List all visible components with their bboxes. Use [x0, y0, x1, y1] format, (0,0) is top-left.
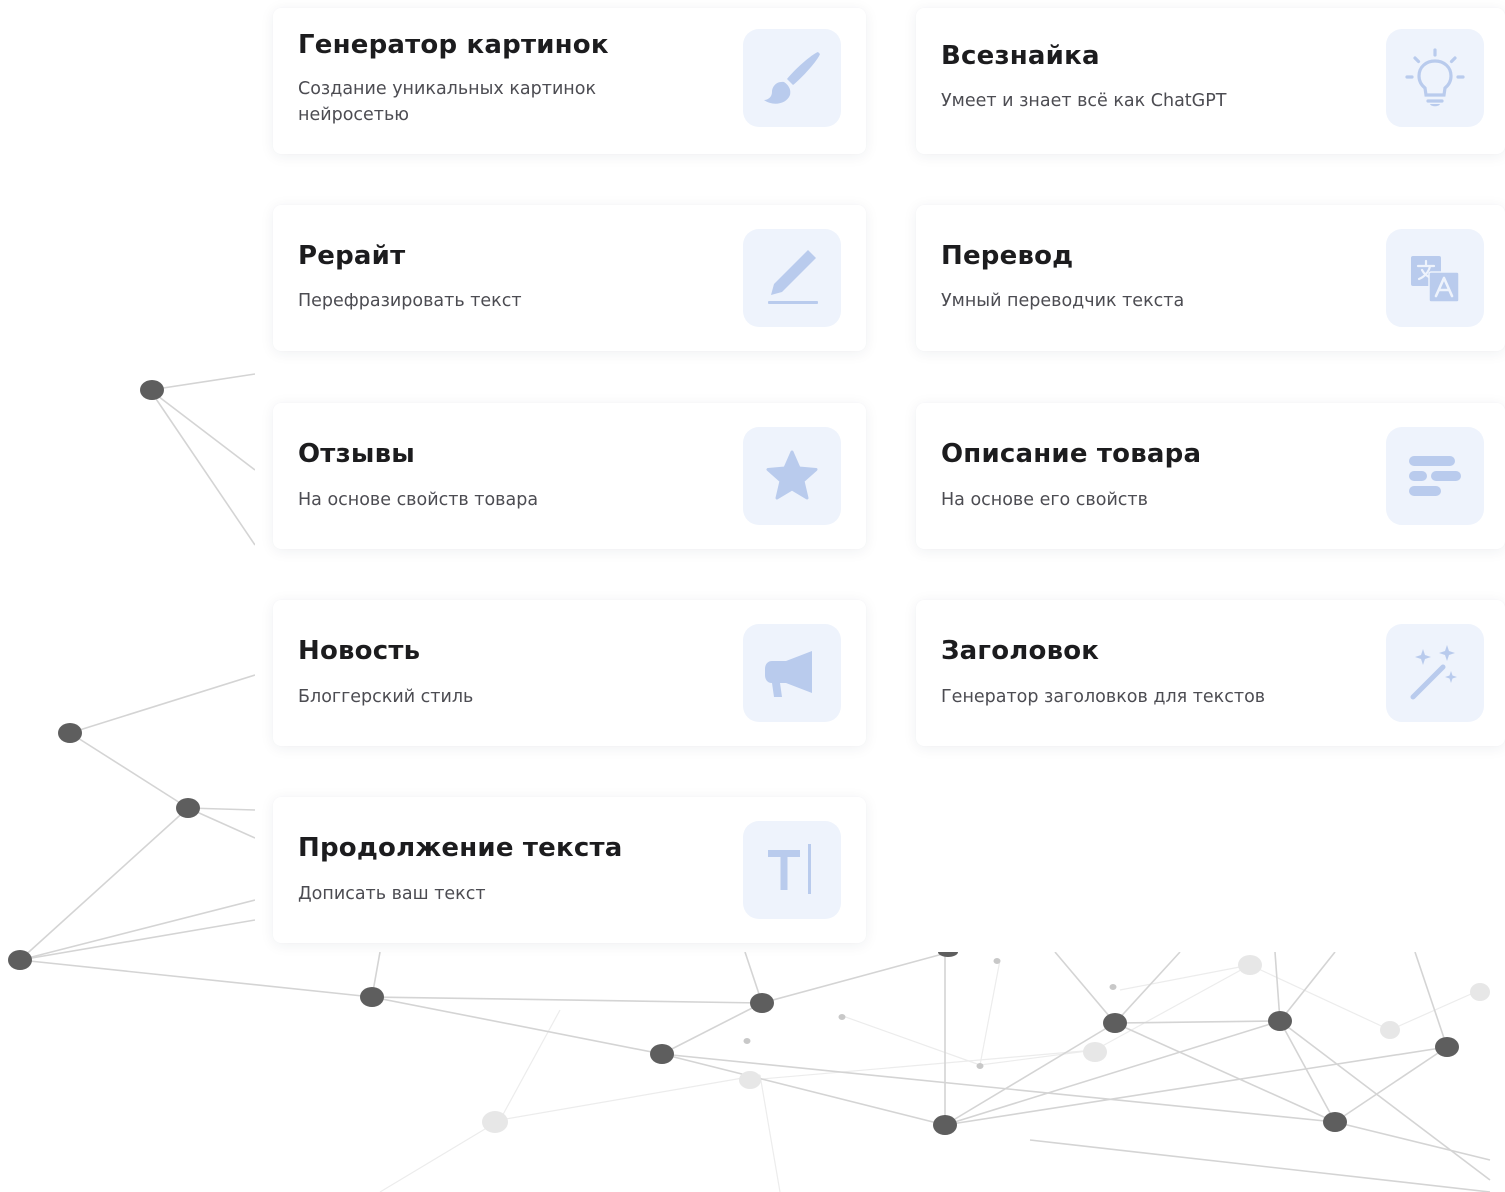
card-title: Новость: [298, 636, 421, 666]
card-rewrite[interactable]: Рерайт Перефразировать текст: [273, 205, 866, 351]
card-title: Перевод: [941, 241, 1074, 271]
text-cursor-icon: [743, 821, 841, 919]
card-product-description[interactable]: Описание товара На основе его свойств: [916, 403, 1505, 549]
card-title: Отзывы: [298, 439, 415, 469]
card-title: Рерайт: [298, 241, 406, 271]
paint-brush-icon: [743, 29, 841, 127]
megaphone-icon: [743, 624, 841, 722]
card-description: Умный переводчик текста: [941, 291, 1185, 311]
card-know-it-all[interactable]: Всезнайка Умеет и знает всё как ChatGPT: [916, 8, 1505, 154]
card-description: Создание уникальных картинок нейросетью: [298, 79, 597, 125]
card-description: Умеет и знает всё как ChatGPT: [941, 91, 1227, 111]
text-lines-icon: [1386, 427, 1484, 525]
card-headline[interactable]: Заголовок Генератор заголовков для текст…: [916, 600, 1505, 746]
card-description: Генератор заголовков для текстов: [941, 687, 1266, 707]
card-translate[interactable]: Перевод Умный переводчик текста: [916, 205, 1505, 351]
star-icon: [743, 427, 841, 525]
card-description: На основе его свойств: [941, 490, 1148, 510]
card-title: Генератор картинок: [298, 30, 609, 60]
card-news[interactable]: Новость Блоггерский стиль: [273, 600, 866, 746]
magic-wand-icon: [1386, 624, 1484, 722]
card-reviews[interactable]: Отзывы На основе свойств товара: [273, 403, 866, 549]
card-description: Дописать ваш текст: [298, 884, 486, 904]
card-title: Продолжение текста: [298, 833, 623, 863]
translate-icon: [1386, 229, 1484, 327]
card-description: Блоггерский стиль: [298, 687, 474, 707]
pencil-icon: [743, 229, 841, 327]
card-text-continuation[interactable]: Продолжение текста Дописать ваш текст: [273, 797, 866, 943]
card-title: Всезнайка: [941, 41, 1100, 71]
card-title: Заголовок: [941, 636, 1100, 666]
lightbulb-icon: [1386, 29, 1484, 127]
card-title: Описание товара: [941, 439, 1202, 469]
card-image-generator[interactable]: Генератор картинок Создание уникальных к…: [273, 8, 866, 154]
card-description: На основе свойств товара: [298, 490, 539, 510]
card-description: Перефразировать текст: [298, 291, 522, 311]
